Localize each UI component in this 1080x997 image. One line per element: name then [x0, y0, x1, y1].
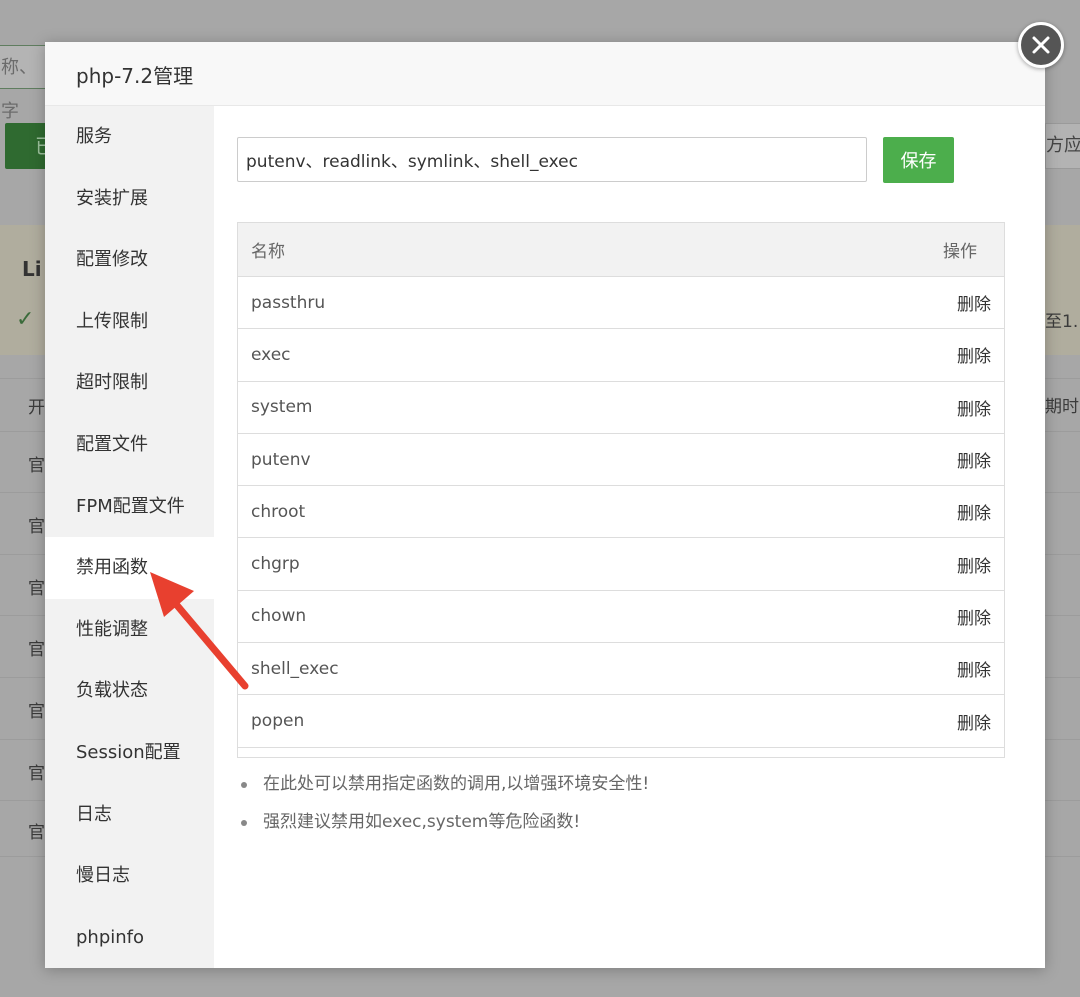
sidebar-item-performance-tuning[interactable]: 性能调整: [45, 599, 214, 661]
function-name: system: [251, 397, 313, 418]
table-row: chown 删除: [238, 591, 1004, 644]
save-button[interactable]: 保存: [883, 137, 954, 183]
tips-list: 在此处可以禁用指定函数的调用,以增强环境安全性! 强烈建议禁用如exec,sys…: [241, 772, 649, 848]
function-name: putenv: [251, 449, 311, 470]
sidebar-item-log[interactable]: 日志: [45, 784, 214, 846]
background-row-label: 官: [28, 456, 45, 476]
check-icon: ✓: [16, 307, 35, 332]
table-row: chroot 删除: [238, 486, 1004, 539]
function-name: popen: [251, 711, 305, 732]
delete-link[interactable]: 删除: [957, 342, 991, 367]
delete-link[interactable]: 删除: [957, 709, 991, 734]
background-row-label: 官: [28, 579, 45, 599]
close-button[interactable]: [1018, 22, 1064, 68]
table-row: [238, 748, 1004, 757]
table-row: popen 删除: [238, 695, 1004, 748]
table-header: 名称 操作: [238, 223, 1004, 277]
table-row: exec 删除: [238, 329, 1004, 382]
delete-link[interactable]: 删除: [957, 604, 991, 629]
delete-link[interactable]: 删除: [957, 656, 991, 681]
sidebar-item-session-config[interactable]: Session配置: [45, 722, 214, 784]
function-name: chown: [251, 606, 307, 627]
background-notice-title: Li: [22, 257, 42, 281]
delete-link[interactable]: 删除: [957, 552, 991, 577]
sidebar-item-disabled-functions[interactable]: 禁用函数: [45, 537, 214, 599]
dialog-header: php-7.2管理: [45, 42, 1045, 106]
delete-link[interactable]: 删除: [957, 395, 991, 420]
sidebar-item-config-edit[interactable]: 配置修改: [45, 229, 214, 291]
dialog-sidebar: 服务 安装扩展 配置修改 上传限制 超时限制 配置文件 FPM配置文件 禁用函数…: [45, 106, 214, 968]
function-name: exec: [251, 344, 291, 365]
sidebar-item-phpinfo[interactable]: phpinfo: [45, 907, 214, 969]
background-search-input: 称、字: [0, 45, 50, 122]
disabled-functions-table[interactable]: 名称 操作 passthru 删除 exec 删除 system 删除 pute…: [237, 222, 1005, 758]
sidebar-item-fpm-config-file[interactable]: FPM配置文件: [45, 476, 214, 538]
delete-link[interactable]: 删除: [957, 447, 991, 472]
function-name: shell_exec: [251, 658, 339, 679]
sidebar-item-load-status[interactable]: 负载状态: [45, 660, 214, 722]
background-row-label: 官: [28, 640, 45, 660]
column-header-action: 操作: [943, 242, 977, 262]
php-manager-dialog: php-7.2管理 服务 安装扩展 配置修改 上传限制 超时限制 配置文件 FP…: [45, 42, 1045, 968]
table-row: shell_exec 删除: [238, 643, 1004, 696]
sidebar-item-timeout-limit[interactable]: 超时限制: [45, 352, 214, 414]
dialog-content: 保存 名称 操作 passthru 删除 exec 删除 system 删除 p…: [214, 106, 1045, 968]
background-notice-right-text: 至1.: [1045, 312, 1079, 332]
function-name: passthru: [251, 292, 326, 313]
background-row-label: 官: [28, 517, 45, 537]
dialog-title: php-7.2管理: [76, 64, 194, 88]
sidebar-item-upload-limit[interactable]: 上传限制: [45, 291, 214, 353]
tip-item: 在此处可以禁用指定函数的调用,以增强环境安全性!: [241, 772, 649, 810]
delete-link[interactable]: 删除: [957, 499, 991, 524]
background-green-button: 已: [5, 123, 55, 169]
background-right-button: 方应: [1045, 123, 1080, 169]
background-row-label: 官: [28, 764, 45, 784]
table-row: passthru 删除: [238, 277, 1004, 330]
table-row: chgrp 删除: [238, 538, 1004, 591]
close-x-icon: [1032, 36, 1050, 54]
table-row: putenv 删除: [238, 434, 1004, 487]
background-column-header-right: 期时: [1045, 397, 1079, 417]
background-column-header: 开: [28, 398, 45, 418]
delete-link[interactable]: 删除: [957, 290, 991, 315]
table-row: system 删除: [238, 382, 1004, 434]
column-header-name: 名称: [251, 242, 285, 262]
sidebar-item-config-file[interactable]: 配置文件: [45, 414, 214, 476]
sidebar-item-slow-log[interactable]: 慢日志: [45, 845, 214, 907]
sidebar-item-service[interactable]: 服务: [45, 106, 214, 168]
function-name: chroot: [251, 501, 306, 522]
function-name-input[interactable]: [237, 137, 867, 182]
sidebar-item-install-extensions[interactable]: 安装扩展: [45, 168, 214, 230]
tip-item: 强烈建议禁用如exec,system等危险函数!: [241, 810, 649, 848]
background-row-label: 官: [28, 823, 45, 843]
function-name: chgrp: [251, 554, 300, 575]
background-row-label: 官: [28, 702, 45, 722]
